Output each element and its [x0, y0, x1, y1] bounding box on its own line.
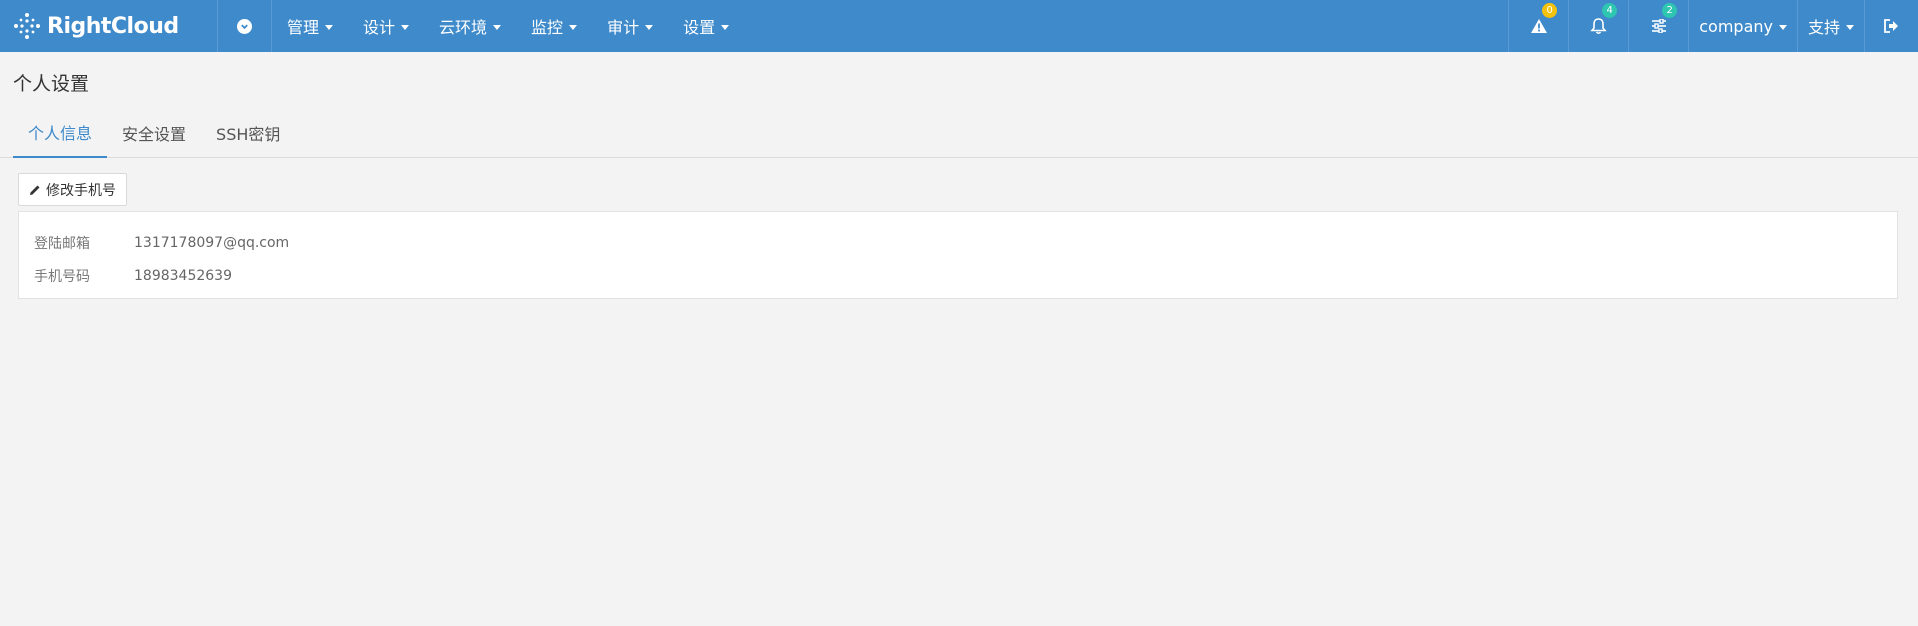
caret-down-icon — [645, 24, 654, 30]
alerts-badge: 0 — [1542, 3, 1558, 18]
email-label: 登陆邮箱 — [34, 235, 90, 252]
logout-icon — [1884, 19, 1898, 33]
caret-down-icon — [493, 24, 502, 30]
nav-item-manage[interactable]: 管理 — [272, 0, 348, 52]
caret-down-icon — [1846, 24, 1854, 30]
tasks-badge: 2 — [1662, 3, 1678, 18]
notifications-badge: 4 — [1602, 3, 1618, 18]
caret-down-icon — [1778, 24, 1787, 30]
tab-ssh-keys[interactable]: SSH密钥 — [201, 108, 295, 158]
caret-down-icon — [401, 24, 410, 30]
notifications-button[interactable]: 4 — [1568, 0, 1628, 52]
collapse-menu-button[interactable] — [218, 0, 272, 52]
rightcloud-logo-icon — [14, 13, 40, 39]
profile-card: 登陆邮箱 1317178097@qq.com 手机号码 18983452639 — [18, 211, 1898, 299]
caret-down-icon — [569, 24, 578, 30]
phone-label: 手机号码 — [34, 268, 90, 285]
logout-button[interactable] — [1864, 0, 1918, 52]
tab-security-settings[interactable]: 安全设置 — [107, 108, 201, 158]
email-value: 1317178097@qq.com — [134, 234, 290, 251]
main-menu: 管理 设计 云环境 监控 审计 设置 — [272, 0, 744, 52]
brand-name: RightCloud — [47, 13, 179, 39]
bell-icon — [1590, 18, 1607, 35]
caret-down-icon — [721, 24, 730, 30]
nav-item-settings[interactable]: 设置 — [668, 0, 744, 52]
pencil-icon — [30, 185, 40, 195]
nav-item-cloud-env[interactable]: 云环境 — [424, 0, 516, 52]
phone-value: 18983452639 — [134, 267, 232, 284]
email-row: 登陆邮箱 1317178097@qq.com — [19, 226, 1897, 259]
tab-personal-info[interactable]: 个人信息 — [13, 108, 108, 158]
company-menu[interactable]: company — [1688, 0, 1797, 52]
brand-logo[interactable]: RightCloud — [0, 0, 218, 52]
chevron-down-icon — [237, 18, 252, 34]
warning-icon — [1530, 19, 1547, 33]
toolbar: 修改手机号 — [0, 158, 1918, 211]
settings-tabs: 个人信息 安全设置 SSH密钥 — [0, 108, 1918, 158]
nav-item-design[interactable]: 设计 — [348, 0, 424, 52]
tasks-button[interactable]: 2 — [1628, 0, 1688, 52]
caret-down-icon — [325, 24, 334, 30]
edit-phone-button[interactable]: 修改手机号 — [18, 173, 127, 206]
page-title: 个人设置 — [13, 73, 90, 95]
nav-item-monitor[interactable]: 监控 — [516, 0, 592, 52]
phone-row: 手机号码 18983452639 — [19, 259, 1897, 292]
top-navbar: RightCloud 管理 设计 云环境 监控 审计 设置 0 4 2 comp… — [0, 0, 1918, 52]
support-menu[interactable]: 支持 — [1796, 0, 1864, 52]
sliders-icon — [1651, 19, 1666, 33]
nav-right-tools: 0 4 2 company 支持 — [1508, 0, 1918, 52]
nav-item-audit[interactable]: 审计 — [592, 0, 668, 52]
alerts-button[interactable]: 0 — [1508, 0, 1568, 52]
